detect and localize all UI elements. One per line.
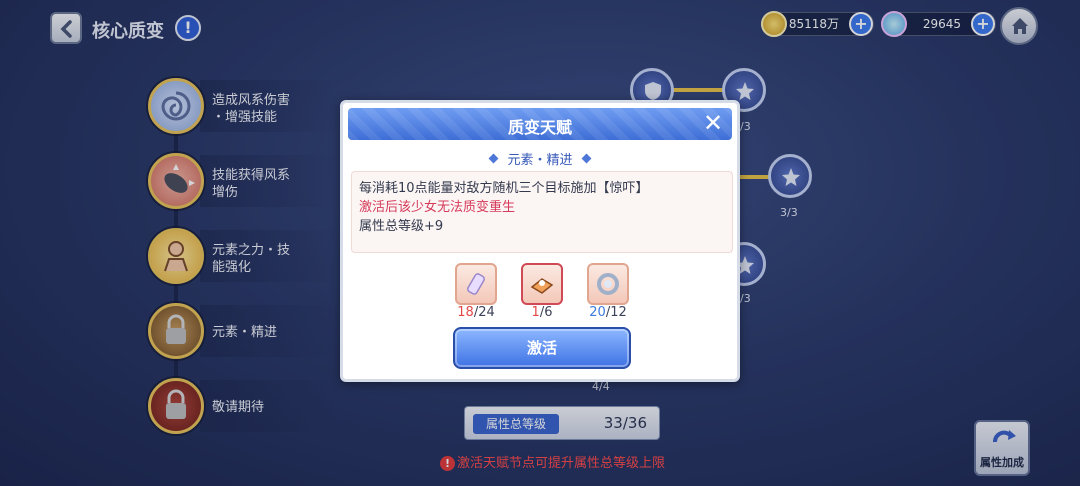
manual-book-icon	[530, 278, 554, 294]
talent-name: 元素・精进	[343, 149, 737, 168]
material-slot[interactable]	[455, 263, 497, 305]
dialog-header: 质变天赋 ✕	[348, 108, 732, 140]
potion-vial-icon	[467, 273, 485, 295]
diamond-icon	[489, 153, 499, 164]
talent-description: 每消耗10点能量对敌方随机三个目标施加【惊吓】 激活后该少女无法质变重生 属性总…	[351, 171, 733, 253]
material-count: 20/12	[589, 305, 627, 320]
talent-dialog: 质变天赋 ✕ 元素・精进 每消耗10点能量对敌方随机三个目标施加【惊吓】 激活后…	[340, 100, 740, 382]
activate-button[interactable]: 激活	[453, 327, 631, 369]
material-slot[interactable]	[521, 263, 563, 305]
close-icon[interactable]: ✕	[700, 111, 726, 137]
material-slot[interactable]	[587, 263, 629, 305]
material-count: 1/6	[531, 305, 553, 320]
material-count: 18/24	[457, 305, 495, 320]
dialog-title: 质变天赋	[507, 118, 572, 137]
diamond-icon	[581, 153, 591, 164]
silver-ring-icon	[597, 273, 619, 295]
